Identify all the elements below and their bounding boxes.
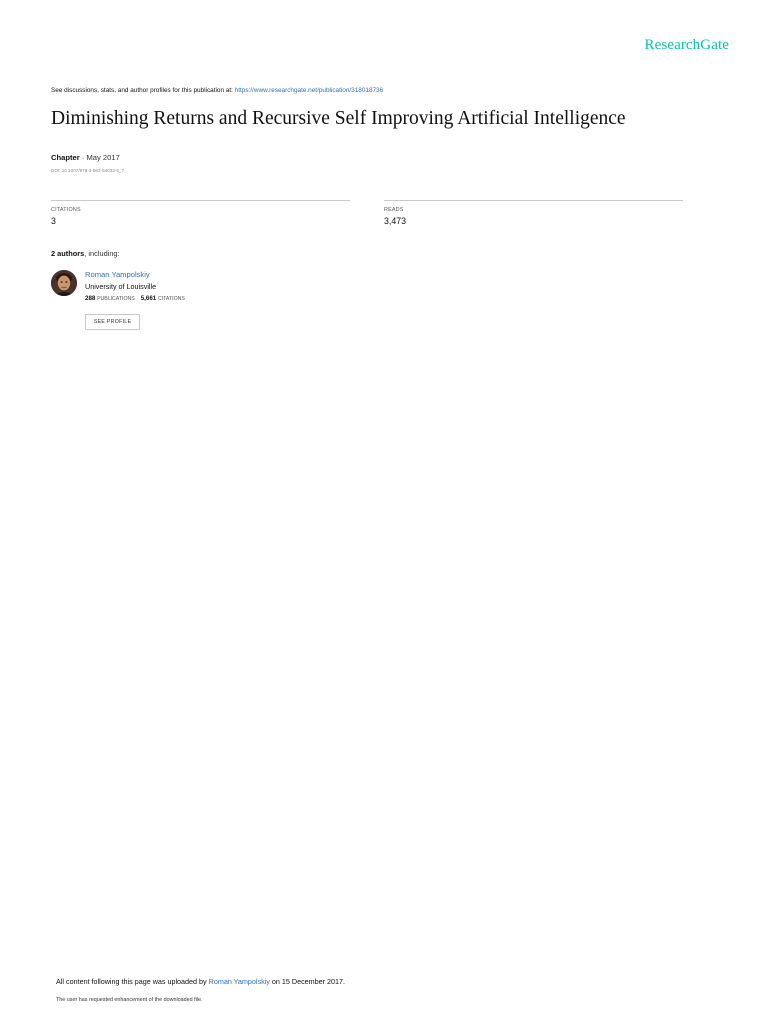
citations-value: 3 xyxy=(51,216,56,226)
reads-label: READS xyxy=(384,207,404,213)
author-name-link[interactable]: Roman Yampolskiy xyxy=(85,270,185,279)
citations-stat: CITATIONS 3 xyxy=(51,200,350,226)
discussions-line: See discussions, stats, and author profi… xyxy=(51,87,383,94)
author-card: Roman Yampolskiy University of Louisvill… xyxy=(85,270,185,302)
avatar-portrait-icon xyxy=(51,270,77,296)
author-citations-label: CITATIONS xyxy=(157,296,185,302)
upload-prefix: All content following this page was uplo… xyxy=(56,977,209,986)
upload-note: All content following this page was uplo… xyxy=(56,977,345,986)
publication-link[interactable]: https://www.researchgate.net/publication… xyxy=(235,87,384,94)
researchgate-logo[interactable]: ResearchGate xyxy=(645,37,729,54)
see-profile-button[interactable]: SEE PROFILE xyxy=(85,314,140,330)
uploader-link[interactable]: Roman Yampolskiy xyxy=(209,977,270,986)
author-publications-label: PUBLICATIONS xyxy=(97,296,135,302)
reads-stat: READS 3,473 xyxy=(384,200,683,226)
publication-meta: Chapter · May 2017 xyxy=(51,153,120,162)
publication-title: Diminishing Returns and Recursive Self I… xyxy=(51,108,626,129)
author-institution: University of Louisville xyxy=(85,282,157,291)
author-citations-count: 5,661 xyxy=(140,295,157,302)
author-stats: 288 PUBLICATIONS 5,661 CITATIONS xyxy=(85,295,185,302)
authors-count: 2 authors xyxy=(51,249,85,258)
publication-date: May 2017 xyxy=(86,153,120,162)
author-avatar[interactable] xyxy=(51,270,77,296)
upload-suffix: on 15 December 2017. xyxy=(269,977,346,986)
discussions-text: See discussions, stats, and author profi… xyxy=(51,87,235,94)
authors-heading: 2 authors, including: xyxy=(51,249,120,258)
citations-label: CITATIONS xyxy=(51,207,81,213)
enhancement-request-note: The user has requested enhancement of th… xyxy=(56,997,203,1003)
publication-type: Chapter xyxy=(51,153,80,162)
authors-suffix: , including: xyxy=(84,249,120,258)
author-publications-count: 288 xyxy=(85,295,96,302)
reads-value: 3,473 xyxy=(384,216,407,226)
publication-doi: DOI: 10.1007/978-3-662-54033-6_7 xyxy=(51,168,125,173)
